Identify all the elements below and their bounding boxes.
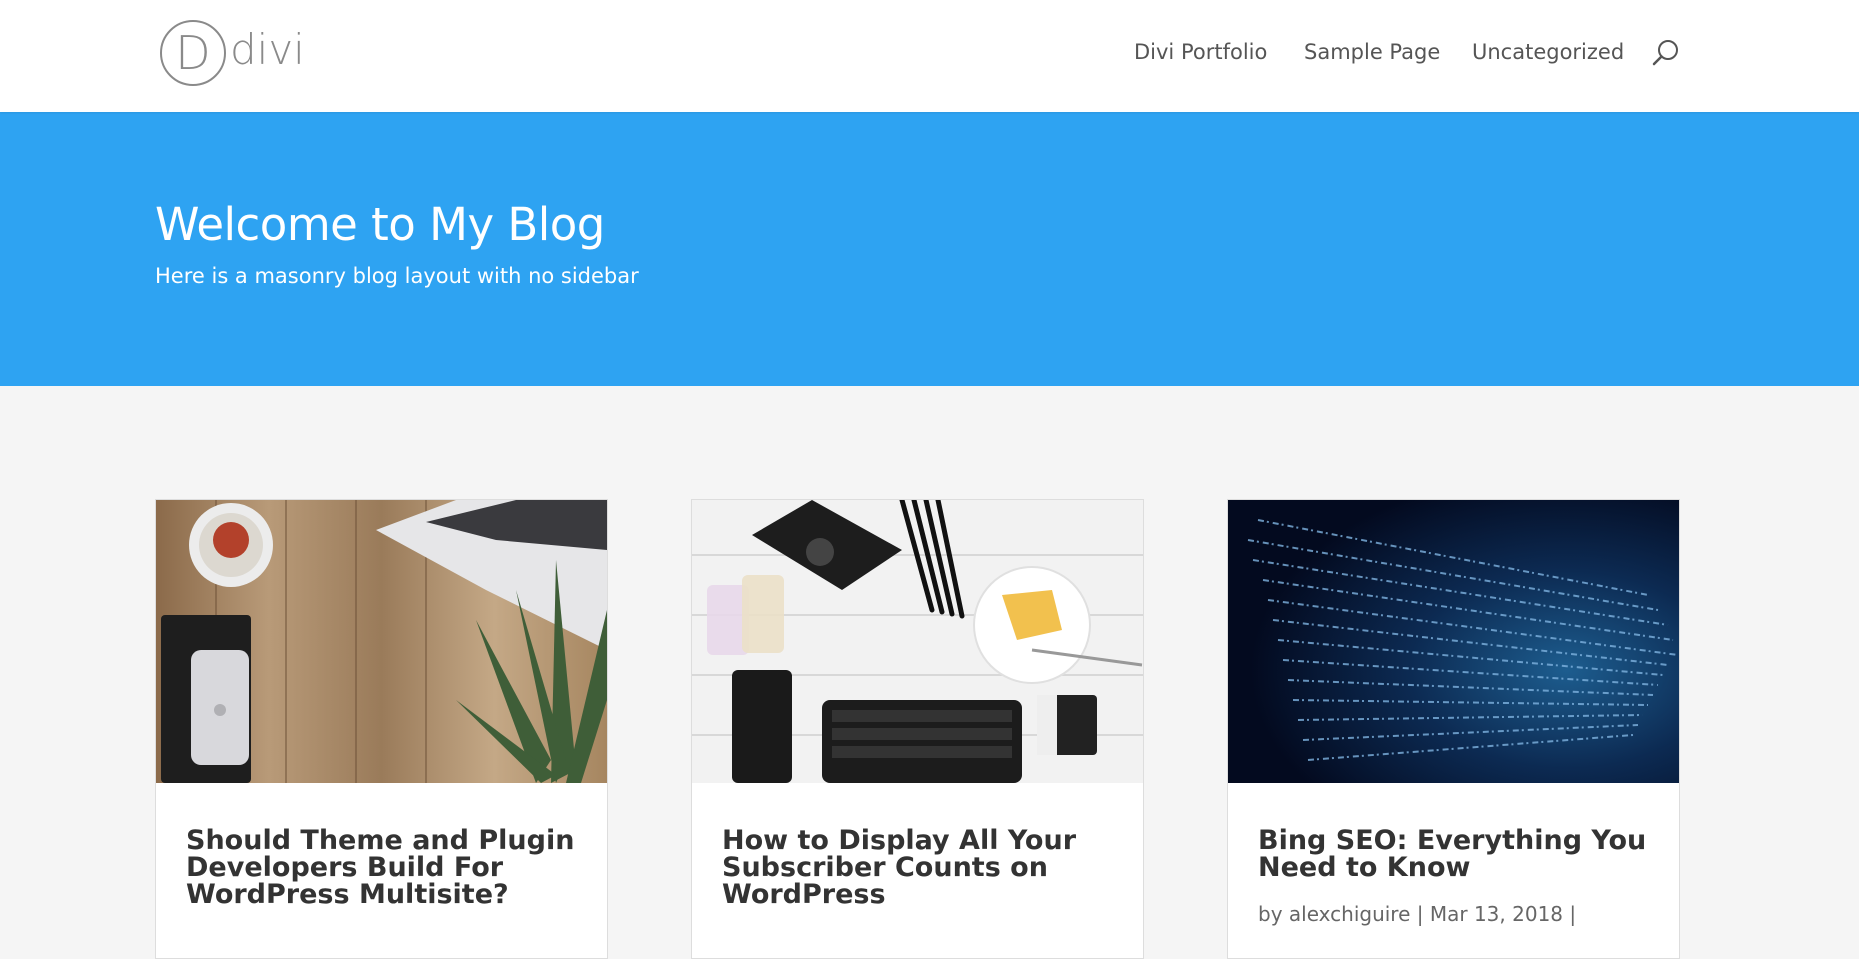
logo-text: divi <box>230 25 305 74</box>
post-date: Mar 13, 2018 <box>1429 902 1564 926</box>
search-button[interactable] <box>1651 38 1681 68</box>
post-thumbnail[interactable] <box>692 500 1143 783</box>
nav-item-divi-portfolio[interactable]: Divi Portfolio <box>1134 40 1267 64</box>
nav-item-uncategorized[interactable]: Uncategorized <box>1472 40 1624 64</box>
desk-laptop-pineapple-image <box>156 500 607 783</box>
site-logo[interactable]: D divi <box>160 18 305 88</box>
post-card: Should Theme and Plugin Developers Build… <box>155 499 608 959</box>
search-icon <box>1652 40 1678 66</box>
meta-separator: | <box>1569 902 1577 926</box>
desk-keyboard-flatlay-image <box>692 500 1143 783</box>
post-thumbnail[interactable] <box>156 500 607 783</box>
page-title: Welcome to My Blog <box>155 198 605 251</box>
post-meta-by: by <box>1258 902 1283 926</box>
logo-mark: D <box>160 20 226 86</box>
page-subtitle: Here is a masonry blog layout with no si… <box>155 264 639 288</box>
post-thumbnail[interactable] <box>1228 500 1679 783</box>
post-card: Bing SEO: Everything You Need to Know by… <box>1227 499 1680 959</box>
post-title[interactable]: Bing SEO: Everything You Need to Know <box>1258 827 1653 881</box>
meta-separator: | <box>1416 902 1424 926</box>
site-header: D divi Divi Portfolio Sample Page Uncate… <box>0 0 1859 112</box>
code-tunnel-image <box>1228 500 1679 783</box>
post-title[interactable]: Should Theme and Plugin Developers Build… <box>186 827 581 908</box>
post-title[interactable]: How to Display All Your Subscriber Count… <box>722 827 1117 908</box>
post-card: How to Display All Your Subscriber Count… <box>691 499 1144 959</box>
post-meta: by alexchiguire | Mar 13, 2018 | <box>1258 902 1576 926</box>
post-author-link[interactable]: alexchiguire <box>1289 902 1411 926</box>
hero-banner: Welcome to My Blog Here is a masonry blo… <box>0 112 1859 386</box>
nav-item-sample-page[interactable]: Sample Page <box>1304 40 1440 64</box>
